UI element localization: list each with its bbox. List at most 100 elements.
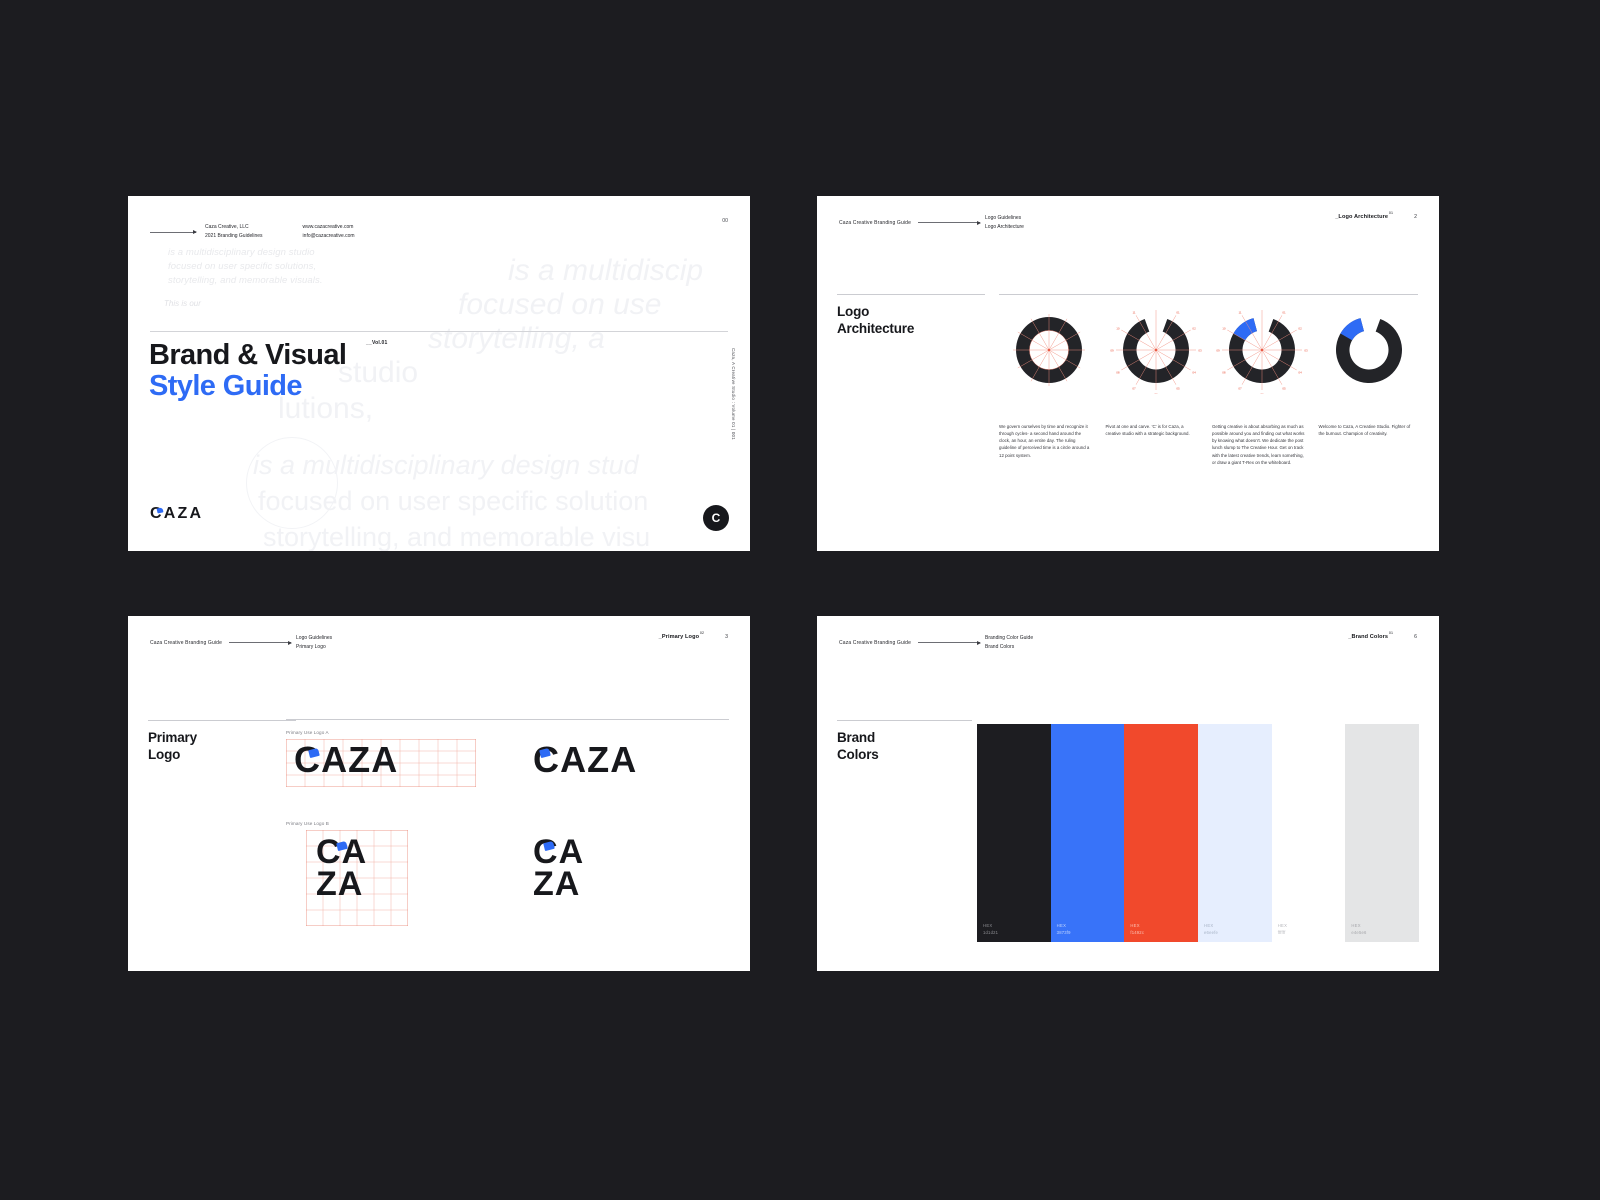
- svg-text:05: 05: [1176, 387, 1180, 391]
- arrow-rule-icon: [150, 229, 197, 234]
- arrow-rule-icon: [229, 640, 293, 645]
- slide-brand-colors[interactable]: Caza Creative Branding Guide Branding Co…: [817, 616, 1439, 971]
- website-link[interactable]: www.cazacreative.com: [303, 223, 355, 232]
- caza-badge-icon: C: [703, 505, 729, 531]
- chapter-label-text: _Brand Colors: [1348, 634, 1389, 640]
- breadcrumb-section: Logo Guidelines Primary Logo: [296, 634, 332, 652]
- section-title-block: Logo Architecture: [837, 294, 985, 337]
- breadcrumb-section: Logo Guidelines Logo Architecture: [985, 214, 1024, 232]
- caza-wordmark: CAZA: [316, 835, 367, 904]
- page-number: 6: [1414, 634, 1417, 640]
- caza-wordmark: CAZA: [294, 742, 398, 778]
- cover-thisis-ghost: This is our: [164, 299, 201, 308]
- ghost-text: studio: [338, 356, 419, 389]
- cover-meta: Caza Creative, LLC 2021 Branding Guideli…: [150, 223, 355, 241]
- header-breadcrumb: Caza Creative Branding Guide Branding Co…: [839, 634, 1033, 652]
- title-line-2: Style Guide: [149, 370, 303, 403]
- swatch-meta: HEX 3873f9: [1057, 923, 1071, 936]
- wordmark-line-2: ZA: [316, 865, 364, 904]
- svg-text:04: 04: [1298, 370, 1302, 374]
- slide-header: Caza Creative Branding Guide Logo Guidel…: [817, 196, 1439, 232]
- svg-text:05: 05: [1282, 387, 1286, 391]
- vertical-caption: Caza, A Creative Studio : Volume 01 | 00…: [731, 348, 736, 440]
- page-number: 2: [1414, 214, 1417, 220]
- cover-company-meta: Caza Creative, LLC 2021 Branding Guideli…: [205, 223, 263, 241]
- title-divider: [150, 331, 728, 333]
- company-name: Caza Creative, LLC: [205, 224, 249, 230]
- logo-a-label: Primary Use Logo A: [286, 730, 329, 735]
- cover-contact-meta: www.cazacreative.com info@cazacreative.c…: [303, 223, 355, 241]
- color-swatch-light-gray[interactable]: HEX e4e5e6: [1345, 724, 1420, 942]
- swatch-meta: HEX e6eefe: [1204, 923, 1218, 936]
- title-line-1: Brand & Visual: [149, 339, 347, 371]
- swatch-hex-value: ffffff: [1277, 929, 1286, 935]
- content-divider: [286, 719, 729, 721]
- logo-construction-row: 1201020304050607080910111201020304050607…: [999, 308, 1425, 394]
- chapter-label-text: _Primary Logo: [658, 634, 700, 640]
- svg-text:02: 02: [1192, 326, 1196, 330]
- page-title: Brand & Visual Style Guide: [149, 339, 347, 403]
- chapter-label: _Brand Colors 01: [1348, 631, 1393, 640]
- chapter-superscript: 01: [1388, 211, 1394, 215]
- swatch-hex-key: HEX: [1277, 923, 1288, 928]
- logo-mark-c-blue-accent-grid: 120102030405060708091011: [1212, 308, 1319, 394]
- chapter-label: _Primary Logo 02: [658, 631, 704, 640]
- wordmark-text: CAZA: [294, 739, 399, 780]
- slide-logo-architecture[interactable]: Caza Creative Branding Guide Logo Guidel…: [817, 196, 1439, 551]
- title-divider: [837, 720, 972, 722]
- ghost-text: is a multidiscip: [508, 254, 704, 287]
- page-title: Brand Colors: [837, 730, 879, 762]
- guideline-year: 2021 Branding Guidelines: [205, 233, 263, 239]
- slide-header: Caza Creative Branding Guide Logo Guidel…: [128, 616, 750, 652]
- logo-mark-ring-full: [999, 308, 1106, 394]
- ghost-text: storytelling, a: [428, 322, 605, 355]
- color-swatch-pale-blue[interactable]: HEX e6eefe: [1198, 724, 1272, 942]
- logo-b-construction: CA ZA: [306, 830, 408, 926]
- breadcrumb-brand: Caza Creative Branding Guide: [839, 639, 912, 646]
- swatch-hex-value: 1d1d21: [983, 929, 999, 935]
- arrow-rule-icon: [918, 640, 982, 645]
- caption-text: Getting creative is about absorbing as m…: [1212, 424, 1305, 465]
- svg-text:10: 10: [1222, 326, 1226, 330]
- color-swatch-white[interactable]: HEX ffffff: [1271, 724, 1346, 942]
- section-title-block: Brand Colors: [837, 720, 972, 763]
- color-swatch-red[interactable]: HEX f1492c: [1124, 724, 1199, 942]
- color-swatch-row: HEX 1d1d21 HEX 3873f9 HEX f1492c HEX e6eefe HEX f…: [977, 724, 1420, 942]
- wordmark-line-2: ZA: [533, 865, 581, 904]
- swatch-hex-value: e6eefe: [1204, 929, 1219, 935]
- breadcrumb-section-line1: Logo Guidelines: [296, 635, 333, 641]
- svg-text:11: 11: [1238, 310, 1241, 314]
- ghost-text: focused on use: [458, 288, 662, 321]
- ghost-text: storytelling, and memorable visu: [263, 522, 651, 551]
- header-right: _Logo Architecture 01 2: [1335, 211, 1417, 220]
- slide-cover[interactable]: Caza Creative, LLC 2021 Branding Guideli…: [128, 196, 750, 551]
- blue-accent-icon: [156, 506, 163, 513]
- logo-mark-c-open: 120102030405060708091011: [1106, 308, 1213, 394]
- logo-mark-caption: Getting creative is about absorbing as m…: [1212, 423, 1319, 466]
- logo-a-clean: CAZA: [533, 739, 723, 787]
- svg-text:06: 06: [1154, 392, 1158, 394]
- svg-text:01: 01: [1176, 310, 1180, 314]
- email-link[interactable]: info@cazacreative.com: [303, 232, 355, 241]
- page-number: 3: [725, 634, 728, 640]
- svg-text:03: 03: [1304, 348, 1308, 352]
- swatch-hex-value: 3873f9: [1056, 929, 1071, 935]
- logo-a-construction: CAZA: [286, 739, 476, 787]
- swatch-meta: HEX e4e5e6: [1351, 923, 1366, 936]
- slide-primary-logo[interactable]: Caza Creative Branding Guide Logo Guidel…: [128, 616, 750, 971]
- title-divider: [148, 720, 296, 722]
- caption-text: We govern ourselves by time and recogniz…: [999, 424, 1090, 458]
- svg-text:03: 03: [1198, 348, 1202, 352]
- color-swatch-blue[interactable]: HEX 3873f9: [1050, 724, 1125, 942]
- chapter-label: _Logo Architecture 01: [1335, 211, 1393, 220]
- caption-text: Pivot at one and carve. 'C' is for Caza,…: [1105, 424, 1190, 437]
- presentation-board: Caza Creative, LLC 2021 Branding Guideli…: [0, 0, 1600, 1200]
- breadcrumb-section-line2: Logo Architecture: [985, 223, 1024, 230]
- color-swatch-ink[interactable]: HEX 1d1d21: [977, 724, 1051, 942]
- breadcrumb-section-line1: Branding Color Guide: [985, 635, 1034, 641]
- swatch-hex-value: f1492c: [1130, 929, 1145, 935]
- header-right: _Primary Logo 02 3: [658, 631, 728, 640]
- section-title-block: Primary Logo: [148, 720, 296, 763]
- breadcrumb-section: Branding Color Guide Brand Colors: [985, 634, 1033, 652]
- caption-text: Welcome to Caza, A Creative Studio. Figh…: [1318, 424, 1411, 437]
